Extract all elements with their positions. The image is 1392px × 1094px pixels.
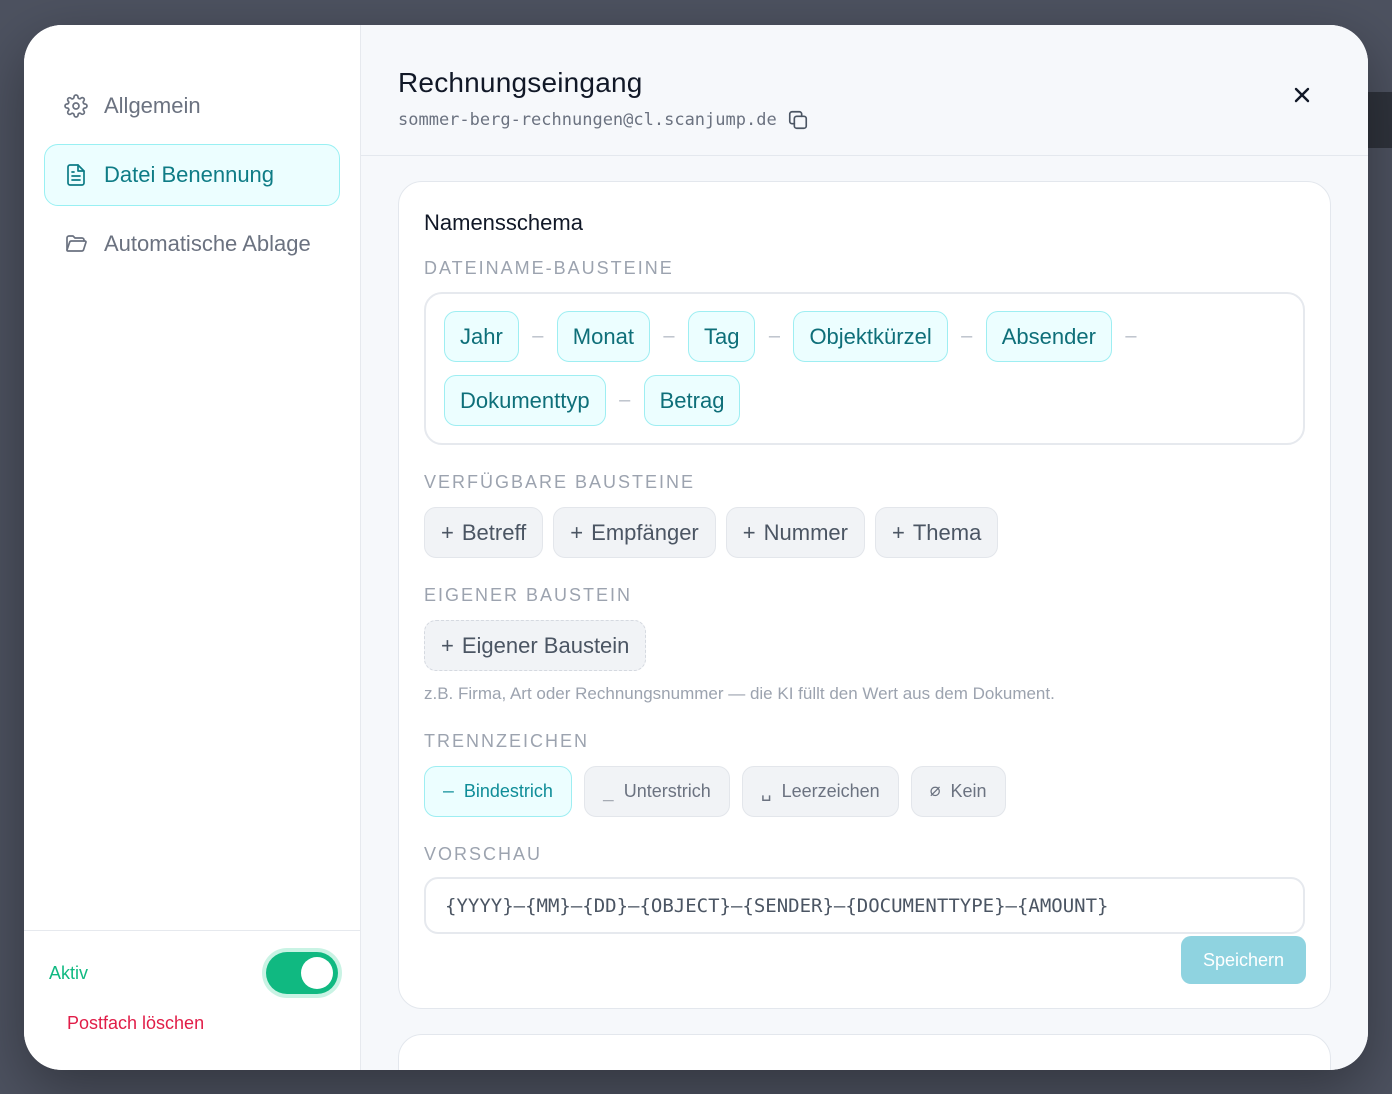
- plus-icon: +: [441, 632, 454, 658]
- save-button[interactable]: Speichern: [1181, 936, 1306, 984]
- toggle-knob: [301, 957, 333, 989]
- block-chip-objektkuerzel[interactable]: Objektkürzel: [793, 311, 948, 362]
- block-separator: –: [1125, 325, 1137, 347]
- preview-label: VORSCHAU: [424, 844, 543, 864]
- custom-block-label: EIGENER BAUSTEIN: [424, 585, 633, 605]
- delete-mailbox-link[interactable]: Postfach löschen: [67, 1013, 204, 1034]
- empty-set-icon: ⌀: [929, 781, 941, 802]
- option-label: Bindestrich: [463, 781, 553, 801]
- available-blocks: + Betreff + Empfänger + Nummer + Thema: [424, 507, 1305, 558]
- block-chip-dokumenttyp[interactable]: Dokumenttyp: [444, 375, 606, 426]
- separator-label: TRENNZEICHEN: [424, 731, 590, 751]
- separator-option-bindestrich[interactable]: – Bindestrich: [424, 766, 572, 817]
- block-chip-monat[interactable]: Monat: [556, 311, 650, 362]
- sidebar-item-automatische-ablage[interactable]: Automatische Ablage: [44, 213, 340, 275]
- active-toggle[interactable]: [266, 952, 338, 994]
- button-label: Thema: [912, 519, 982, 545]
- sidebar-item-label: Allgemein: [104, 93, 201, 118]
- block-chip-betrag[interactable]: Betrag: [643, 375, 741, 426]
- naming-schema-card: Namensschema DATEINAME-BAUSTEINE Jahr – …: [398, 181, 1331, 1009]
- add-block-thema-button[interactable]: + Thema: [874, 507, 999, 558]
- close-icon[interactable]: [1290, 83, 1314, 107]
- separator-option-kein[interactable]: ⌀ Kein: [910, 766, 1006, 817]
- add-block-betreff-button[interactable]: + Betreff: [424, 507, 544, 558]
- copy-icon[interactable]: [787, 109, 809, 131]
- add-custom-block-button[interactable]: + Eigener Baustein: [424, 620, 647, 671]
- sidebar-item-allgemein[interactable]: Allgemein: [44, 75, 340, 137]
- folder-icon: [66, 235, 87, 252]
- email-address-row: sommer-berg-rechnungen@cl.scanjump.de: [398, 109, 1368, 131]
- sidebar-item-label: Datei Benennung: [104, 162, 275, 187]
- building-blocks-label: DATEINAME-BAUSTEINE: [424, 258, 674, 278]
- settings-modal: Allgemein Datei Benennung Automatische A…: [24, 25, 1368, 1070]
- card-title: Namensschema: [424, 210, 583, 235]
- add-block-empfaenger-button[interactable]: + Empfänger: [553, 507, 716, 558]
- option-label: Kein: [950, 781, 987, 801]
- block-chip-tag[interactable]: Tag: [687, 311, 756, 362]
- custom-block-hint: z.B. Firma, Art oder Rechnungsnummer — d…: [424, 684, 1055, 703]
- sidebar-footer: Aktiv Postfach löschen: [24, 930, 360, 1070]
- block-separator: –: [961, 325, 973, 347]
- button-label: Betreff: [461, 519, 527, 545]
- document-icon: [67, 164, 85, 186]
- page-title: Rechnungseingang: [398, 67, 643, 98]
- separator-option-leerzeichen[interactable]: ␣ Leerzeichen: [741, 766, 899, 817]
- option-label: Leerzeichen: [781, 781, 880, 801]
- panel-header: Rechnungseingang sommer-berg-rechnungen@…: [361, 25, 1368, 156]
- option-label: Unterstrich: [623, 781, 711, 801]
- filename-builder: Jahr – Monat – Tag – Objektkürzel – Abse…: [424, 292, 1305, 445]
- sidebar-item-label: Automatische Ablage: [104, 231, 311, 256]
- sidebar-item-datei-benennung[interactable]: Datei Benennung: [44, 144, 340, 206]
- button-label: Nummer: [763, 519, 848, 545]
- gear-icon: [64, 94, 88, 118]
- block-chip-jahr[interactable]: Jahr: [444, 311, 519, 362]
- email-address: sommer-berg-rechnungen@cl.scanjump.de: [398, 110, 777, 130]
- separator-options: – Bindestrich _ Unterstrich ␣ Leerzeichen ⌀…: [424, 766, 1305, 817]
- plus-icon: +: [441, 519, 454, 545]
- plus-icon: +: [570, 519, 584, 545]
- available-blocks-label: VERFÜGBARE BAUSTEINE: [424, 472, 696, 492]
- block-separator: –: [619, 389, 631, 411]
- block-chip-absender[interactable]: Absender: [985, 311, 1112, 362]
- button-label: Eigener Baustein: [461, 632, 630, 658]
- active-label: Aktiv: [49, 962, 89, 983]
- add-block-nummer-button[interactable]: + Nummer: [725, 507, 865, 558]
- settings-sidebar: Allgemein Datei Benennung Automatische A…: [24, 25, 361, 1070]
- block-separator: –: [532, 325, 544, 347]
- plus-icon: +: [742, 519, 756, 545]
- underscore-icon: _: [602, 781, 614, 802]
- plus-icon: +: [891, 519, 905, 545]
- filename-preview: {YYYY}–{MM}–{DD}–{OBJECT}–{SENDER}–{DOCU…: [424, 877, 1305, 934]
- active-row: Aktiv: [49, 952, 338, 994]
- block-separator: –: [663, 325, 675, 347]
- button-label: Empfänger: [591, 519, 699, 545]
- main-panel: Rechnungseingang sommer-berg-rechnungen@…: [361, 25, 1368, 1070]
- next-settings-card: [398, 1034, 1331, 1070]
- hyphen-icon: –: [443, 781, 454, 802]
- separator-option-unterstrich[interactable]: _ Unterstrich: [583, 766, 730, 817]
- space-icon: ␣: [760, 781, 772, 802]
- block-separator: –: [768, 325, 780, 347]
